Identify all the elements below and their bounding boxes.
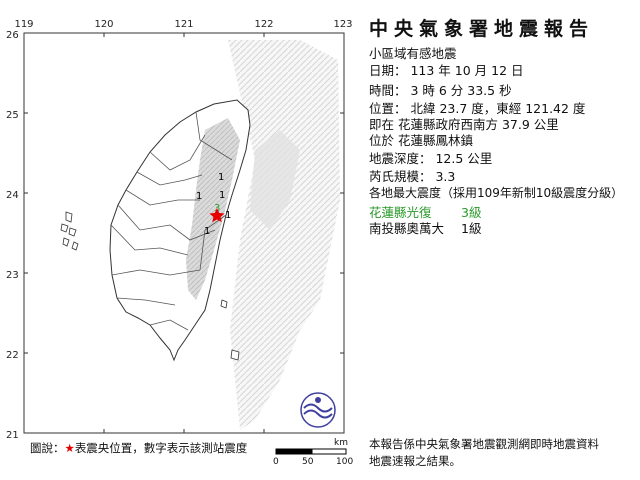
lat-tick-label: 25	[6, 110, 19, 121]
footer-line: 地震速報之結果。	[369, 454, 461, 468]
legend-text: 表震央位置，數字表示該測站震度	[74, 441, 248, 455]
footer-line: 本報告係中央氣象署地震觀測網即時地震資料	[369, 437, 599, 451]
lat-tick-label: 26	[6, 30, 19, 41]
report-depth: 地震深度： 12.5 公里	[369, 151, 493, 166]
cwa-logo-icon	[300, 392, 336, 428]
report-date: 日期： 113 年 10 月 12 日	[369, 63, 524, 78]
lon-tick-label: 120	[94, 19, 113, 30]
lon-tick-label: 119	[14, 19, 33, 30]
report-footer: 本報告係中央氣象署地震觀測網即時地震資料 地震速報之結果。	[369, 436, 639, 470]
legend-prefix: 圖說：	[30, 441, 65, 455]
orchid-island	[230, 349, 240, 361]
map-figure: 119 120 121 122 123 26 25 24 23 22 21 1 …	[6, 19, 353, 455]
scale-label: 50	[302, 457, 314, 467]
report-intensity-header: 各地最大震度（採用109年新制10級震度分級）	[369, 186, 624, 200]
station-intensity: 1	[204, 226, 210, 237]
lon-tick-label: 121	[174, 19, 193, 30]
scale-unit: km	[334, 438, 348, 448]
lat-tick-label: 22	[6, 350, 19, 361]
scale-label: 100	[336, 457, 354, 467]
scale-label: 0	[273, 457, 279, 467]
lon-tick-label: 123	[333, 19, 352, 30]
lat-tick-label: 23	[6, 270, 19, 281]
station-level: 1級	[461, 221, 482, 236]
station-intensity: 1	[225, 210, 231, 221]
station-intensity: 1	[218, 172, 224, 183]
station-row: 南投縣奧萬大 1級	[369, 218, 481, 237]
station-name: 南投縣奧萬大	[369, 221, 445, 236]
map-legend: 圖說：★表震央位置，數字表示該測站震度	[30, 440, 247, 456]
report-magnitude: 芮氏規模： 3.3	[369, 169, 456, 184]
report-located-in: 位於 花蓮縣鳳林鎮	[369, 133, 473, 148]
report-time: 時間： 3 時 6 分 33.5 秒	[369, 83, 512, 98]
star-icon: ★	[64, 441, 75, 455]
scale-bar	[275, 448, 347, 455]
lon-tick-label: 122	[254, 19, 273, 30]
map-panel: 119 120 121 122 123 26 25 24 23 22 21 1 …	[0, 0, 360, 480]
station-intensity: 1	[219, 190, 225, 201]
lat-tick-label: 24	[6, 190, 19, 201]
station-intensity: 1	[196, 191, 202, 202]
lat-tick-label: 21	[6, 430, 19, 441]
report-title: 中央氣象署地震報告	[369, 18, 595, 40]
